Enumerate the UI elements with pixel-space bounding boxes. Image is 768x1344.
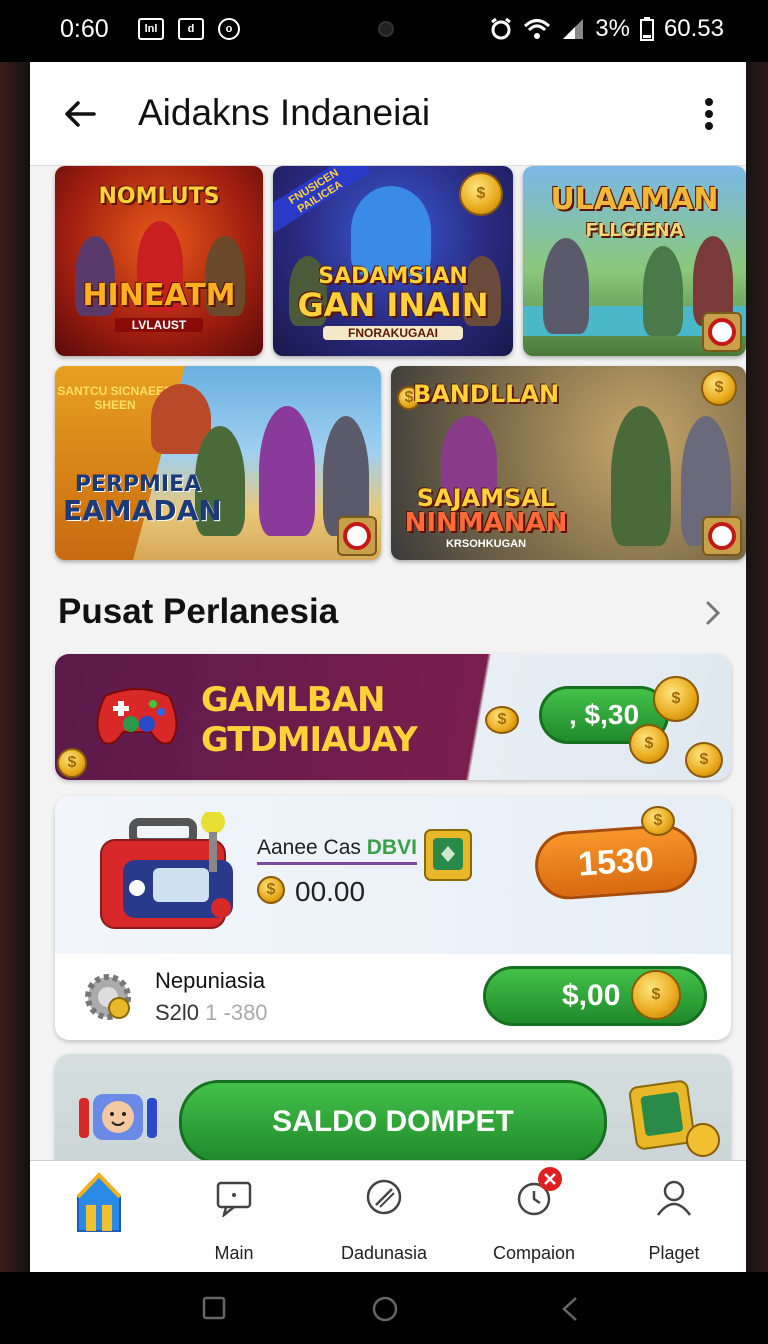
nav-dadunasia-label: Dadunasia xyxy=(340,1243,428,1263)
game-card[interactable]: SANTCU SICNAEER SHEEN PERPMIEA EAMADAN xyxy=(55,366,381,560)
notification-media-icon: d xyxy=(178,18,204,40)
more-options-icon[interactable] xyxy=(694,94,724,134)
coin-icon xyxy=(257,876,285,904)
wallet-item-name: Nepuniasia xyxy=(155,968,266,993)
gold-coin-icon xyxy=(57,748,87,778)
game-character xyxy=(643,246,683,336)
promo-banner[interactable]: GAMLBAN GTDMIAUAY ‚ $,30 xyxy=(55,654,731,780)
game-monster xyxy=(351,186,431,276)
recent-apps-icon[interactable] xyxy=(202,1296,226,1320)
wallet-label: Aanee Cas DBVI xyxy=(257,836,417,865)
wallet-label-text: Aanee Cas xyxy=(257,836,367,859)
gold-coin-icon xyxy=(685,742,723,778)
wallet-label-accent: DBVI xyxy=(366,836,417,859)
game-card[interactable]: ULAAMAN FLLGIENA xyxy=(523,166,746,356)
signal-icon xyxy=(563,19,584,39)
gold-coin-icon xyxy=(653,676,699,722)
home-button-icon[interactable] xyxy=(372,1296,398,1322)
game-grid: NOMLUTS HINEATM LVLAUST FNUSICEN PAILICE… xyxy=(30,166,746,564)
promo-title-line1: GAMLBAN xyxy=(201,680,385,720)
app-bar: Aidakns Indaneiai xyxy=(30,62,746,166)
bottom-navigation: Main Dadunasia Compaion Plaget xyxy=(30,1160,746,1272)
wallet-card: Aanee Cas DBVI 00.00 1530 Nepuniasia S2l… xyxy=(55,796,731,1040)
game-title-main: EAMADAN xyxy=(63,494,222,527)
nav-compaion[interactable]: Compaion xyxy=(474,1167,594,1267)
compass-icon xyxy=(366,1179,402,1215)
gamepad-icon xyxy=(96,688,178,745)
character-toy-icon xyxy=(79,1094,157,1140)
status-time: 0:60 xyxy=(60,15,109,43)
status-notification-icons: lnl d o xyxy=(138,18,240,40)
status-clock: 60.53 xyxy=(663,15,724,42)
game-console-icon xyxy=(100,812,233,929)
back-arrow-icon[interactable] xyxy=(60,94,100,134)
gold-coin-icon xyxy=(485,706,519,734)
nav-main-label: Main xyxy=(214,1243,254,1263)
gold-coin-icon xyxy=(641,806,675,836)
status-bar: 0:60 lnl d o 3% 60.53 xyxy=(0,0,768,62)
wallet-range-main: S2l0 xyxy=(155,1000,200,1025)
battery-icon xyxy=(639,17,654,41)
wifi-icon xyxy=(524,19,551,39)
game-title-main: HINEATM xyxy=(82,278,236,313)
game-character xyxy=(259,406,315,536)
saldo-dompet-button[interactable]: SALDO DOMPET xyxy=(179,1080,607,1164)
game-subtitle: KRSOHKUGAN xyxy=(445,538,527,550)
promo-title: GAMLBAN GTDMIAUAY xyxy=(201,680,418,760)
nav-home[interactable] xyxy=(38,1171,158,1267)
notification-alarm-icon: o xyxy=(218,18,240,40)
gold-coin-icon xyxy=(629,724,669,764)
game-title: BANDLLAN xyxy=(412,380,560,408)
game-title: ULAAMAN xyxy=(550,182,719,217)
game-subtitle: LVLAUST xyxy=(115,318,203,332)
wallet-balance: 00.00 xyxy=(295,876,366,907)
gold-coin-icon xyxy=(459,172,503,216)
back-button-icon[interactable] xyxy=(560,1296,580,1322)
game-title-main: NINMANAN xyxy=(404,508,568,538)
nav-main[interactable]: Main xyxy=(174,1171,294,1267)
game-card[interactable]: FNUSICEN PAILICEA SADAMSIAN GAN INAIN FN… xyxy=(273,166,513,356)
notification-badge-icon xyxy=(538,1167,562,1191)
status-right-group: 3% 60.53 xyxy=(489,15,724,43)
alarm-clock-icon xyxy=(491,17,512,40)
nav-plaget-label: Plaget xyxy=(648,1243,700,1263)
wallet-range-muted: 1 -380 xyxy=(199,1000,268,1025)
page-title: Aidakns Indaneiai xyxy=(138,92,431,133)
profile-icon xyxy=(656,1180,692,1216)
nav-plaget[interactable]: Plaget xyxy=(614,1171,734,1267)
voucher-icon xyxy=(629,1080,720,1157)
front-camera xyxy=(378,21,394,37)
game-card[interactable]: NOMLUTS HINEATM LVLAUST xyxy=(55,166,263,356)
wallet-item-range: S2l0 1 -380 xyxy=(155,1000,268,1026)
gold-coin-icon xyxy=(701,370,737,406)
battery-percent: 3% xyxy=(595,15,630,42)
game-character xyxy=(543,238,589,334)
nav-compaion-label: Compaion xyxy=(492,1243,576,1263)
message-icon xyxy=(216,1181,252,1217)
voucher-icon xyxy=(424,829,472,881)
game-title-sub: FLLGIENA xyxy=(585,220,684,241)
wallet-badge-amount[interactable]: 1530 xyxy=(532,822,700,902)
promo-title-line2: GTDMIAUAY xyxy=(201,720,418,760)
phone-device: 0:60 lnl d o 3% 60.53 Aidakns Indaneiai xyxy=(0,0,768,1344)
chevron-right-icon[interactable] xyxy=(700,598,726,628)
game-title-main: GAN INAIN xyxy=(297,286,489,324)
nav-dadunasia[interactable]: Dadunasia xyxy=(324,1171,444,1267)
gold-coin-icon xyxy=(631,970,681,1020)
notification-app-icon: lnl xyxy=(138,18,164,40)
game-character xyxy=(611,406,671,546)
game-title: NOMLUTS xyxy=(98,184,220,209)
game-card[interactable]: BANDLLAN SAJAMSAL NINMANAN KRSOHKUGAN xyxy=(391,366,746,560)
home-icon xyxy=(76,1172,122,1232)
game-play-badge[interactable] xyxy=(702,516,742,556)
game-play-badge[interactable] xyxy=(337,516,377,556)
wallet-claim-amount: $,00 xyxy=(562,979,621,1012)
section-title: Pusat Perlanesia xyxy=(58,592,339,631)
gear-icon xyxy=(85,974,131,1020)
game-play-badge[interactable] xyxy=(702,312,742,352)
app-screen: Aidakns Indaneiai NOMLUTS HINEATM LVLAUS… xyxy=(30,62,746,1272)
game-subtitle: FNORAKUGAAI xyxy=(323,326,463,340)
section-header[interactable]: Pusat Perlanesia xyxy=(30,582,746,642)
system-navigation-bar xyxy=(0,1272,768,1344)
